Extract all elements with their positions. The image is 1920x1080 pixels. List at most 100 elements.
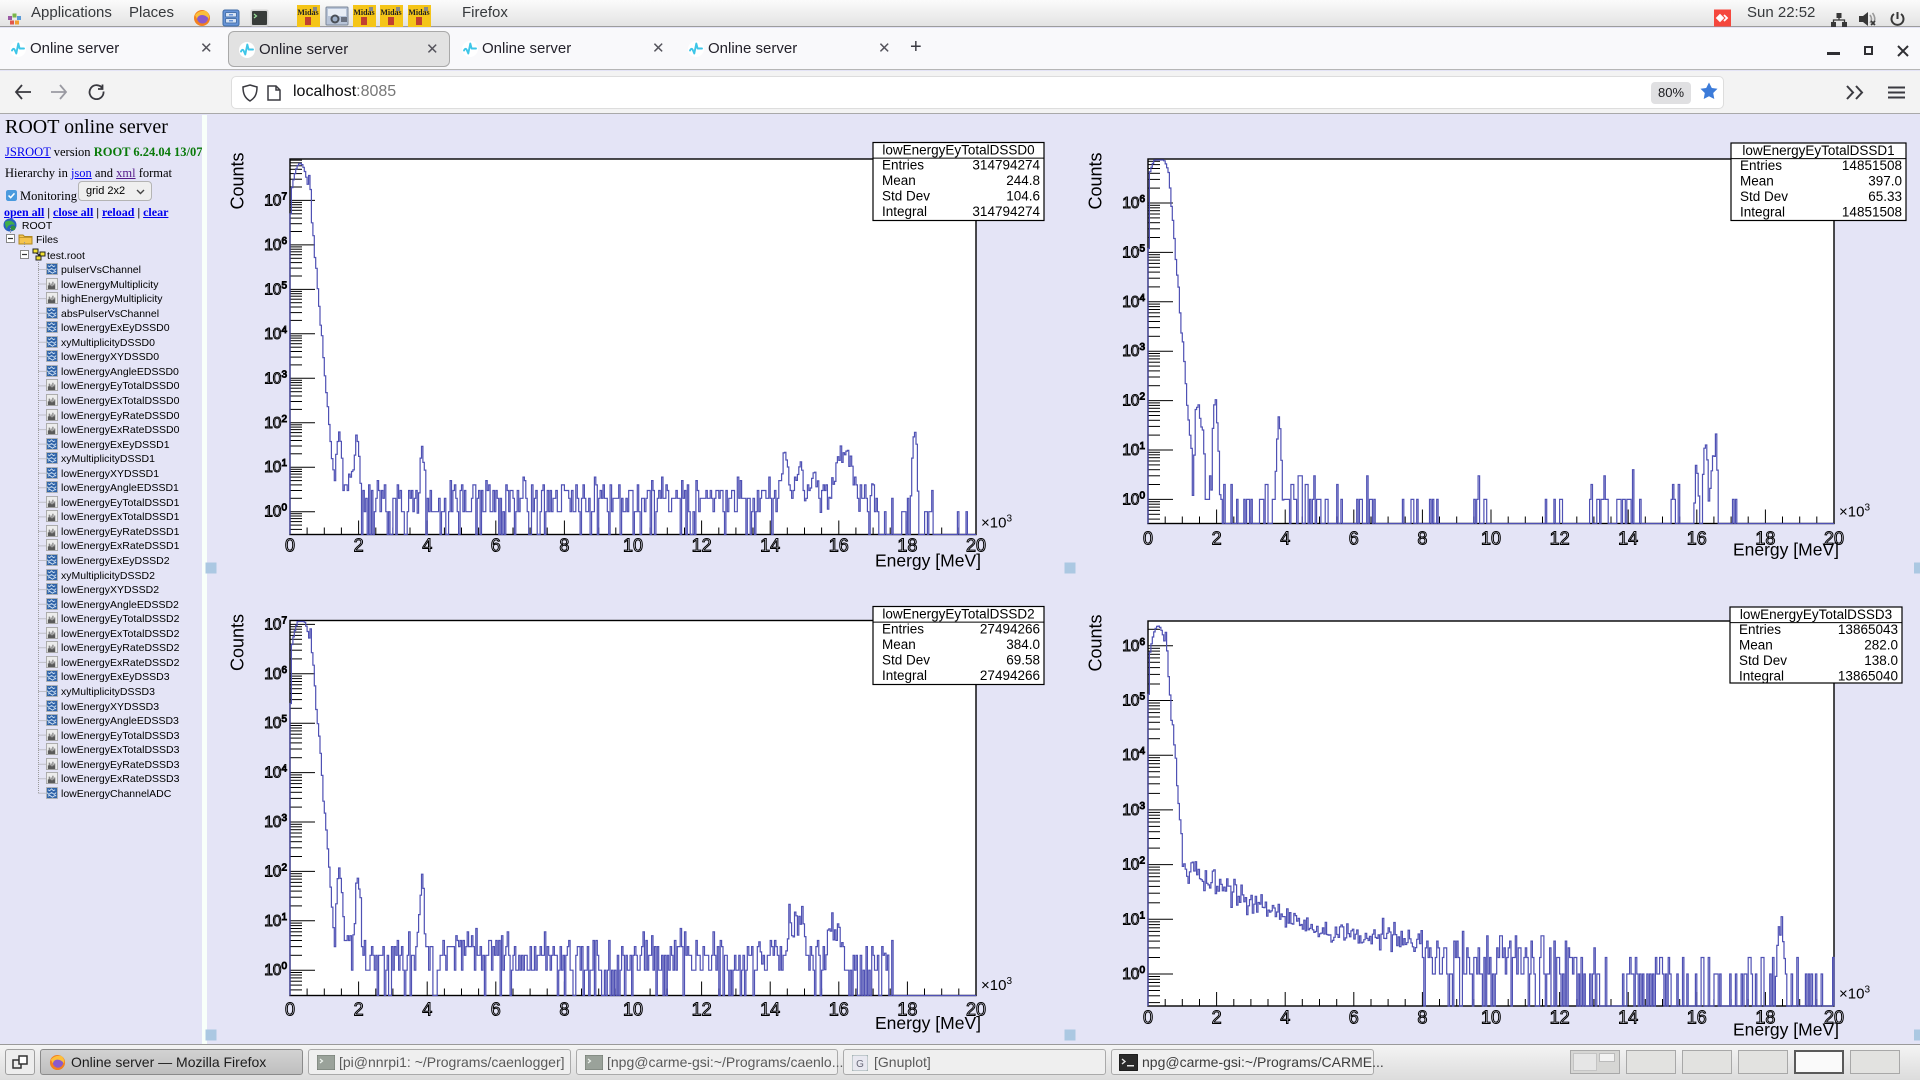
svg-text:Std Dev: Std Dev bbox=[1740, 189, 1788, 204]
svg-text:14851508: 14851508 bbox=[1842, 158, 1902, 173]
svg-text:10: 10 bbox=[623, 536, 643, 556]
svg-text:2: 2 bbox=[354, 1000, 364, 1020]
svg-text:27494266: 27494266 bbox=[980, 621, 1040, 636]
svg-text:Counts: Counts bbox=[228, 614, 248, 671]
svg-text:lowEnergyEyTotalDSSD1: lowEnergyEyTotalDSSD1 bbox=[1742, 143, 1894, 158]
svg-text:Mean: Mean bbox=[1739, 638, 1773, 653]
svg-text:103: 103 bbox=[1122, 342, 1145, 360]
svg-text:14: 14 bbox=[760, 1000, 780, 1020]
svg-text:Entries: Entries bbox=[882, 157, 924, 172]
svg-text:0: 0 bbox=[1143, 1008, 1153, 1028]
svg-text:103: 103 bbox=[264, 813, 287, 831]
svg-text:105: 105 bbox=[1122, 243, 1145, 261]
svg-text:14851508: 14851508 bbox=[1842, 205, 1902, 220]
svg-text:16: 16 bbox=[829, 536, 849, 556]
svg-text:100: 100 bbox=[264, 503, 287, 521]
svg-text:Counts: Counts bbox=[1086, 152, 1106, 209]
svg-text:Integral: Integral bbox=[882, 668, 927, 683]
svg-text:6: 6 bbox=[491, 536, 501, 556]
svg-text:6: 6 bbox=[491, 1000, 501, 1020]
svg-text:6: 6 bbox=[1349, 529, 1359, 549]
svg-text:2: 2 bbox=[1212, 1008, 1222, 1028]
svg-text:105: 105 bbox=[264, 280, 287, 298]
svg-text:101: 101 bbox=[264, 458, 287, 476]
svg-text:106: 106 bbox=[1122, 637, 1145, 655]
svg-text:105: 105 bbox=[1122, 692, 1145, 710]
svg-text:102: 102 bbox=[1122, 856, 1145, 874]
svg-text:0: 0 bbox=[285, 536, 295, 556]
svg-text:4: 4 bbox=[1280, 529, 1290, 549]
svg-text:102: 102 bbox=[264, 414, 287, 432]
svg-text:101: 101 bbox=[264, 912, 287, 930]
svg-text:102: 102 bbox=[264, 862, 287, 880]
svg-text:100: 100 bbox=[1122, 490, 1145, 508]
svg-text:Std Dev: Std Dev bbox=[1739, 653, 1787, 668]
svg-text:0: 0 bbox=[1143, 529, 1153, 549]
svg-text:×103: ×103 bbox=[1839, 985, 1870, 1003]
svg-text:Energy [MeV]: Energy [MeV] bbox=[1733, 540, 1839, 560]
svg-text:69.58: 69.58 bbox=[1006, 653, 1040, 668]
svg-text:12: 12 bbox=[1550, 1008, 1570, 1028]
svg-text:14: 14 bbox=[1618, 529, 1638, 549]
svg-text:13865043: 13865043 bbox=[1838, 622, 1898, 637]
svg-text:104: 104 bbox=[1122, 293, 1145, 311]
svg-text:12: 12 bbox=[692, 1000, 712, 1020]
svg-text:16: 16 bbox=[829, 1000, 849, 1020]
svg-text:16: 16 bbox=[1687, 1008, 1707, 1028]
svg-text:8: 8 bbox=[1417, 529, 1427, 549]
svg-text:104: 104 bbox=[264, 325, 287, 343]
svg-text:397.0: 397.0 bbox=[1868, 174, 1902, 189]
svg-text:65.33: 65.33 bbox=[1868, 189, 1902, 204]
svg-text:244.8: 244.8 bbox=[1006, 173, 1040, 188]
svg-text:106: 106 bbox=[264, 665, 287, 683]
svg-text:100: 100 bbox=[1122, 965, 1145, 983]
svg-text:Integral: Integral bbox=[1740, 205, 1785, 220]
svg-text:0: 0 bbox=[285, 1000, 295, 1020]
svg-text:Counts: Counts bbox=[228, 152, 248, 209]
svg-text:16: 16 bbox=[1687, 529, 1707, 549]
svg-text:4: 4 bbox=[422, 1000, 432, 1020]
svg-text:8: 8 bbox=[1417, 1008, 1427, 1028]
svg-text:Entries: Entries bbox=[1740, 158, 1782, 173]
svg-text:8: 8 bbox=[559, 1000, 569, 1020]
svg-text:4: 4 bbox=[422, 536, 432, 556]
svg-text:8: 8 bbox=[559, 536, 569, 556]
svg-text:Integral: Integral bbox=[1739, 669, 1784, 684]
svg-text:12: 12 bbox=[692, 536, 712, 556]
svg-text:2: 2 bbox=[1212, 529, 1222, 549]
svg-text:Counts: Counts bbox=[1086, 614, 1106, 671]
svg-text:105: 105 bbox=[264, 714, 287, 732]
svg-text:103: 103 bbox=[264, 369, 287, 387]
svg-text:6: 6 bbox=[1349, 1008, 1359, 1028]
svg-text:10: 10 bbox=[623, 1000, 643, 1020]
svg-text:102: 102 bbox=[1122, 392, 1145, 410]
svg-text:106: 106 bbox=[1122, 194, 1145, 212]
svg-text:104.6: 104.6 bbox=[1006, 189, 1040, 204]
svg-text:2: 2 bbox=[354, 536, 364, 556]
svg-text:lowEnergyEyTotalDSSD3: lowEnergyEyTotalDSSD3 bbox=[1740, 607, 1892, 622]
svg-text:101: 101 bbox=[1122, 910, 1145, 928]
svg-text:G: G bbox=[856, 1059, 864, 1070]
svg-text:12: 12 bbox=[1550, 529, 1570, 549]
svg-text:100: 100 bbox=[264, 961, 287, 979]
svg-text:10: 10 bbox=[1481, 529, 1501, 549]
svg-text:lowEnergyEyTotalDSSD2: lowEnergyEyTotalDSSD2 bbox=[882, 607, 1034, 622]
svg-text:13865040: 13865040 bbox=[1838, 669, 1898, 684]
svg-text:384.0: 384.0 bbox=[1006, 637, 1040, 652]
svg-text:103: 103 bbox=[1122, 801, 1145, 819]
svg-text:Mean: Mean bbox=[1740, 174, 1774, 189]
svg-text:×103: ×103 bbox=[1839, 503, 1870, 521]
svg-text:14: 14 bbox=[760, 536, 780, 556]
svg-text:Energy [MeV]: Energy [MeV] bbox=[875, 1013, 981, 1033]
svg-text:×103: ×103 bbox=[981, 514, 1012, 532]
svg-text:107: 107 bbox=[264, 191, 287, 209]
svg-text:Integral: Integral bbox=[882, 204, 927, 219]
svg-text:Mean: Mean bbox=[882, 637, 916, 652]
svg-text:107: 107 bbox=[264, 615, 287, 633]
svg-text:14: 14 bbox=[1618, 1008, 1638, 1028]
svg-text:Energy [MeV]: Energy [MeV] bbox=[1733, 1020, 1839, 1040]
svg-text:101: 101 bbox=[1122, 441, 1145, 459]
svg-text:Entries: Entries bbox=[882, 621, 924, 636]
svg-text:10: 10 bbox=[1481, 1008, 1501, 1028]
svg-text:104: 104 bbox=[264, 764, 287, 782]
